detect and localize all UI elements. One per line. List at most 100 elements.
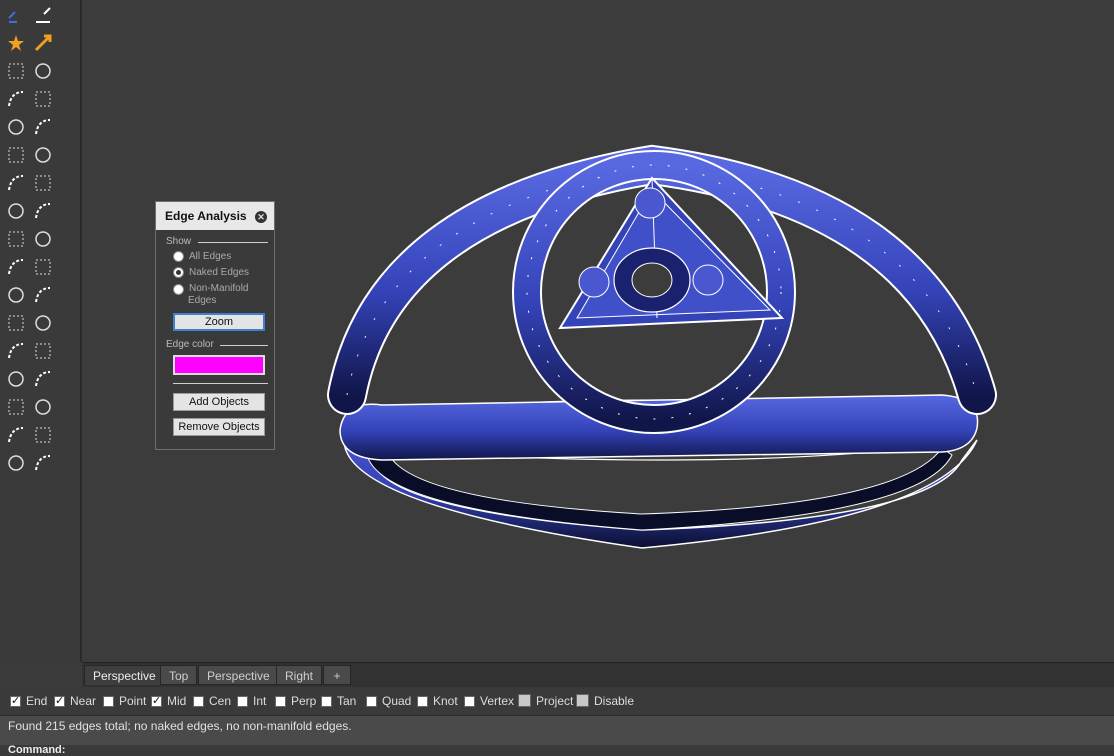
curve-icon[interactable]	[5, 88, 27, 110]
checkbox-icon[interactable]	[193, 696, 204, 707]
add-tab-icon[interactable]: +	[323, 665, 351, 685]
osnap-disable[interactable]: Disable	[576, 694, 634, 708]
select-window-icon[interactable]	[5, 60, 27, 82]
blend-icon[interactable]	[32, 172, 54, 194]
copy-icon[interactable]	[32, 340, 54, 362]
osnap-label: Cen	[209, 694, 232, 708]
osnap-tan[interactable]: Tan	[321, 694, 356, 708]
star-icon[interactable]	[5, 32, 27, 54]
close-icon[interactable]: ✕	[255, 211, 267, 223]
panel-title: Edge Analysis	[165, 209, 247, 223]
osnap-label: Point	[119, 694, 147, 708]
radio-icon[interactable]	[173, 267, 184, 278]
osnap-label: Quad	[382, 694, 412, 708]
rectangle-icon[interactable]	[5, 368, 27, 390]
checkbox-icon[interactable]	[275, 696, 286, 707]
osnap-cen[interactable]: Cen	[193, 694, 231, 708]
edit-points-icon[interactable]	[32, 32, 54, 54]
osnap-bar: End Near Point Mid Cen Int Perp Tan Quad Knot Vert…	[0, 687, 1114, 715]
command-history-text: Found 215 edges total; no naked edges, n…	[8, 719, 352, 733]
osnap-mid[interactable]: Mid	[151, 694, 186, 708]
osnap-label: Mid	[167, 694, 187, 708]
circle-3pt-icon[interactable]	[32, 116, 54, 138]
circle-icon[interactable]	[5, 228, 27, 250]
panel-title-bar[interactable]: Edge Analysis ✕	[156, 202, 274, 230]
select-crossing-icon[interactable]	[32, 60, 54, 82]
analyze-icon[interactable]	[32, 256, 54, 278]
point-cloud-icon[interactable]	[32, 4, 54, 26]
tab-right[interactable]: Right	[276, 665, 323, 685]
show-label: Show	[166, 236, 192, 247]
checkbox-icon[interactable]	[151, 694, 162, 707]
command-prompt: Command:	[8, 744, 66, 756]
osnap-label: Disable	[594, 694, 635, 708]
command-history: Found 215 edges total; no naked edges, n…	[0, 715, 1114, 747]
osnap-quad[interactable]: Quad	[366, 694, 411, 708]
gumball-icon[interactable]	[5, 200, 27, 222]
tab-perspective-2[interactable]: Perspective	[198, 665, 279, 685]
checkbox-icon[interactable]	[54, 694, 65, 707]
box-icon[interactable]	[32, 368, 54, 390]
trim-icon[interactable]	[5, 284, 27, 306]
rotate-icon[interactable]	[32, 228, 54, 250]
join-icon[interactable]	[32, 312, 54, 334]
command-line[interactable]: Command:	[0, 745, 1114, 756]
control-points-icon[interactable]	[32, 88, 54, 110]
snap-icon[interactable]	[32, 200, 54, 222]
arc-icon[interactable]	[5, 116, 27, 138]
osnap-perp[interactable]: Perp	[275, 694, 316, 708]
osnap-point[interactable]: Point	[103, 694, 146, 708]
sphere-icon[interactable]	[5, 424, 27, 446]
osnap-label: Perp	[291, 694, 317, 708]
edge-color-swatch[interactable]	[173, 355, 265, 375]
checkbox-icon[interactable]	[417, 696, 428, 707]
osnap-near[interactable]: Near	[54, 694, 96, 708]
radio-naked-edges[interactable]: Naked Edges	[173, 267, 249, 278]
divider	[173, 383, 268, 384]
checkbox-icon[interactable]	[518, 694, 531, 707]
tab-top[interactable]: Top	[160, 665, 198, 685]
sparkle-icon[interactable]	[32, 452, 54, 474]
polyline-edit-icon[interactable]	[32, 144, 54, 166]
polyline-icon[interactable]	[5, 144, 27, 166]
tab-perspective[interactable]: Perspective	[84, 665, 165, 685]
osnap-knot[interactable]: Knot	[417, 694, 458, 708]
osnap-int[interactable]: Int	[237, 694, 266, 708]
osnap-label: Knot	[433, 694, 458, 708]
axis-icon[interactable]	[32, 396, 54, 418]
add-objects-button[interactable]: Add Objects	[173, 393, 265, 411]
checkbox-icon[interactable]	[10, 694, 21, 707]
radio-all-edges[interactable]: All Edges	[173, 251, 231, 262]
checkbox-icon[interactable]	[237, 696, 248, 707]
osnap-end[interactable]: End	[10, 694, 47, 708]
move-icon[interactable]	[5, 340, 27, 362]
zoom-button[interactable]: Zoom	[173, 313, 265, 331]
checkbox-icon[interactable]	[321, 696, 332, 707]
cage-icon[interactable]	[5, 452, 27, 474]
point-icon[interactable]	[5, 4, 27, 26]
osnap-label: Tan	[337, 694, 357, 708]
osnap-vertex[interactable]: Vertex	[464, 694, 514, 708]
radio-non-manifold-edges[interactable]: Non-Manifold Edges	[173, 283, 263, 307]
checkbox-icon[interactable]	[576, 694, 589, 707]
cylinder-icon[interactable]	[5, 396, 27, 418]
radio-icon[interactable]	[173, 284, 184, 295]
edge-analysis-panel[interactable]: Edge Analysis ✕ Show All Edges Naked Edg…	[155, 201, 275, 450]
edge-color-label: Edge color	[166, 339, 214, 350]
left-toolbar	[0, 0, 82, 662]
checkbox-icon[interactable]	[464, 696, 475, 707]
transform-icon[interactable]	[32, 424, 54, 446]
circle-tangent-icon[interactable]	[5, 256, 27, 278]
checkbox-icon[interactable]	[103, 696, 114, 707]
osnap-label: Near	[70, 694, 97, 708]
osnap-label: End	[26, 694, 48, 708]
divider	[198, 242, 268, 243]
remove-objects-button[interactable]: Remove Objects	[173, 418, 265, 436]
osnap-project[interactable]: Project	[518, 694, 573, 708]
fillet-icon[interactable]	[5, 172, 27, 194]
osnap-label: Project	[536, 694, 574, 708]
checkbox-icon[interactable]	[366, 696, 377, 707]
explode-icon[interactable]	[5, 312, 27, 334]
radio-icon[interactable]	[173, 251, 184, 262]
split-icon[interactable]	[32, 284, 54, 306]
